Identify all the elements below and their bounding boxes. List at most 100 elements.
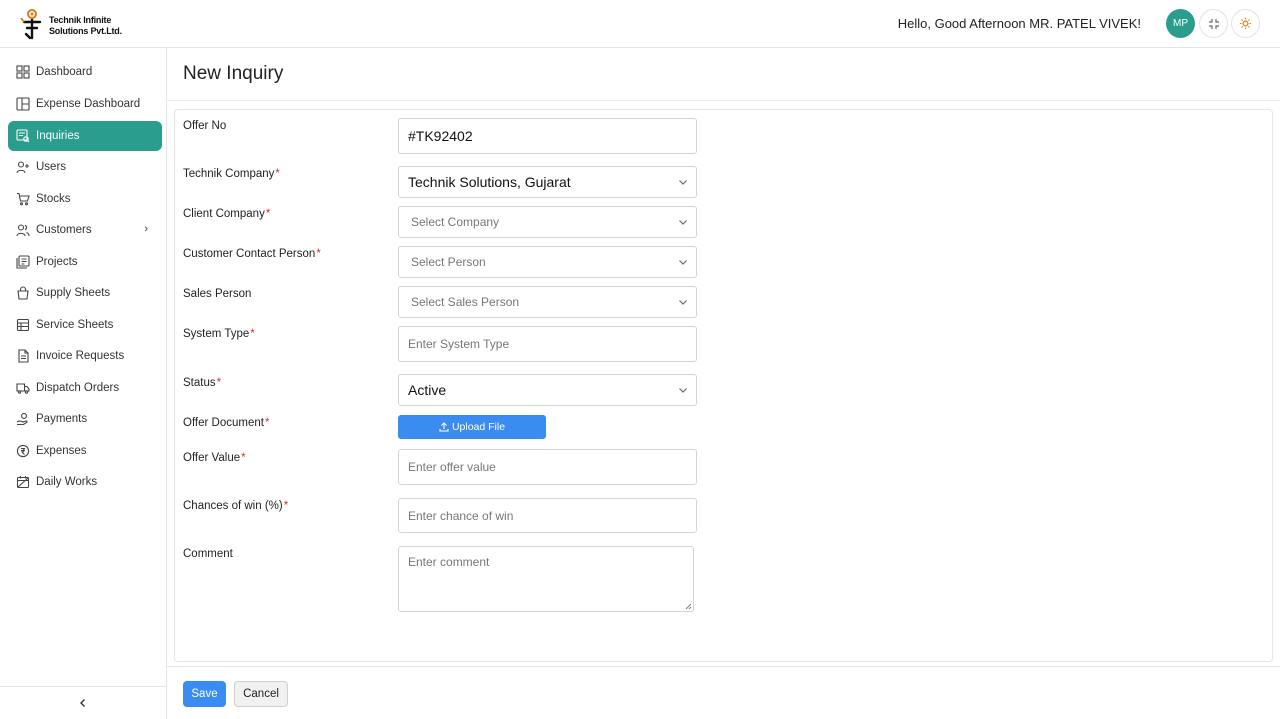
label-text: Offer Value [183, 452, 241, 464]
payment-icon [16, 413, 28, 426]
sidebar-item-dashboard[interactable]: Dashboard [8, 57, 162, 87]
chevron-left-icon [80, 699, 85, 707]
required-marker: * [275, 168, 280, 180]
users-icon [16, 224, 30, 237]
layout-icon [16, 97, 30, 111]
save-button[interactable]: Save [183, 681, 226, 707]
sidebar-item-service-sheets[interactable]: Service Sheets [8, 310, 162, 340]
logo-line1: Technik Infinite [49, 15, 112, 25]
required-marker: * [250, 328, 255, 340]
client-company-label: Client Company* [183, 208, 270, 220]
resize-handle-icon[interactable] [685, 603, 692, 610]
invoice-icon [18, 349, 29, 363]
label-text: Client Company [183, 208, 265, 220]
system-type-input[interactable]: Enter System Type [398, 326, 697, 362]
sidebar: Dashboard Expense Dashboard Inquiries Us… [0, 48, 167, 719]
technik-company-select[interactable]: Technik Solutions, Gujarat [398, 166, 697, 198]
footer-divider [167, 666, 1280, 667]
chevron-down-icon [679, 180, 687, 185]
logo-line2: Solutions Pvt.Ltd. [49, 26, 122, 36]
label-text: Offer Document [183, 417, 264, 429]
cart-icon [17, 192, 30, 206]
status-select[interactable]: Active [398, 374, 697, 406]
sidebar-item-label: Dispatch Orders [36, 382, 120, 394]
cancel-button[interactable]: Cancel [234, 681, 288, 707]
sidebar-item-label: Daily Works [36, 476, 98, 488]
label-text: Status [183, 377, 216, 389]
label-text: Offer No [183, 120, 227, 132]
placeholder-text: Select Person [411, 255, 486, 269]
upload-file-button[interactable]: Upload File [398, 415, 546, 439]
bag-icon [17, 286, 29, 300]
coin-icon [16, 444, 30, 458]
sidebar-item-label: Inquiries [36, 130, 80, 142]
contact-person-select[interactable]: Select Person [398, 246, 697, 278]
sidebar-item-label: Stocks [36, 193, 71, 205]
sidebar-item-stocks[interactable]: Stocks [8, 184, 162, 214]
page-title: New Inquiry [183, 63, 284, 84]
sales-person-select[interactable]: Select Sales Person [398, 286, 697, 318]
comment-textarea[interactable]: Enter comment [398, 546, 694, 612]
comment-label: Comment [183, 548, 233, 560]
company-logo[interactable]: Technik Infinite Solutions Pvt.Ltd. [18, 8, 128, 40]
minimize-icon [1208, 18, 1219, 29]
placeholder-text: Select Company [411, 215, 500, 229]
chevron-down-icon [679, 388, 687, 393]
theme-toggle-button[interactable] [1231, 9, 1260, 38]
chances-of-win-input[interactable]: Enter chance of win [398, 498, 697, 533]
logo-mark-icon [20, 9, 42, 40]
sidebar-item-label: Projects [36, 256, 78, 268]
sidebar-item-daily-works[interactable]: Daily Works [8, 467, 162, 497]
sidebar-item-label: Customers [36, 224, 92, 236]
sheet-icon [16, 318, 30, 332]
chevron-right-icon: › [144, 223, 148, 235]
label-text: Customer Contact Person [183, 248, 316, 260]
sun-icon [1239, 17, 1252, 30]
sidebar-item-label: Invoice Requests [36, 350, 125, 362]
sidebar-item-dispatch-orders[interactable]: Dispatch Orders [8, 373, 162, 403]
required-marker: * [216, 377, 222, 389]
sidebar-item-payments[interactable]: Payments [8, 404, 162, 434]
label-text: Comment [183, 548, 233, 560]
truck-icon [16, 383, 30, 394]
offer-no-input[interactable]: #TK92402 [398, 118, 697, 154]
sidebar-item-label: Supply Sheets [36, 287, 111, 299]
inquiry-icon [16, 129, 30, 143]
sales-person-label: Sales Person [183, 288, 251, 300]
fullscreen-button[interactable] [1199, 9, 1228, 38]
placeholder-text: Select Sales Person [411, 295, 520, 309]
grid-icon [16, 65, 30, 79]
required-marker: * [264, 417, 270, 429]
avatar[interactable]: MP [1166, 9, 1195, 38]
required-marker: * [283, 500, 289, 512]
sidebar-item-label: Users [36, 161, 67, 173]
system-type-label: System Type* [183, 328, 255, 340]
sidebar-item-projects[interactable]: Projects [8, 247, 162, 277]
sidebar-item-customers[interactable]: Customers › [8, 215, 162, 245]
label-text: Chances of win (%) [183, 500, 283, 512]
sidebar-item-label: Service Sheets [36, 319, 114, 331]
sidebar-collapse-button[interactable] [0, 686, 166, 719]
sidebar-item-supply-sheets[interactable]: Supply Sheets [8, 278, 162, 308]
chances-of-win-label: Chances of win (%)* [183, 500, 288, 512]
label-text: Technik Company [183, 168, 275, 180]
upload-button-label: Upload File [451, 421, 506, 433]
offer-value-input[interactable]: Enter offer value [398, 449, 697, 485]
sidebar-item-invoice-requests[interactable]: Invoice Requests [8, 341, 162, 371]
sidebar-item-expenses[interactable]: Expenses [8, 436, 162, 466]
user-plus-icon [16, 161, 29, 174]
required-marker: * [265, 208, 271, 220]
label-text: System Type [183, 328, 250, 340]
logo-text: Technik Infinite Solutions Pvt.Ltd. [49, 15, 122, 37]
client-company-select[interactable]: Select Company [398, 206, 697, 238]
sidebar-item-inquiries[interactable]: Inquiries [8, 121, 162, 151]
contact-person-label: Customer Contact Person* [183, 248, 321, 260]
sidebar-item-label: Dashboard [36, 66, 93, 78]
sidebar-item-label: Expense Dashboard [36, 98, 141, 110]
required-marker: * [241, 452, 246, 464]
calendar-icon [16, 476, 30, 489]
selected-value: Technik Solutions, Gujarat [408, 174, 571, 190]
title-divider [167, 100, 1280, 101]
sidebar-item-expense-dashboard[interactable]: Expense Dashboard [8, 89, 162, 119]
sidebar-item-users[interactable]: Users [8, 152, 162, 182]
